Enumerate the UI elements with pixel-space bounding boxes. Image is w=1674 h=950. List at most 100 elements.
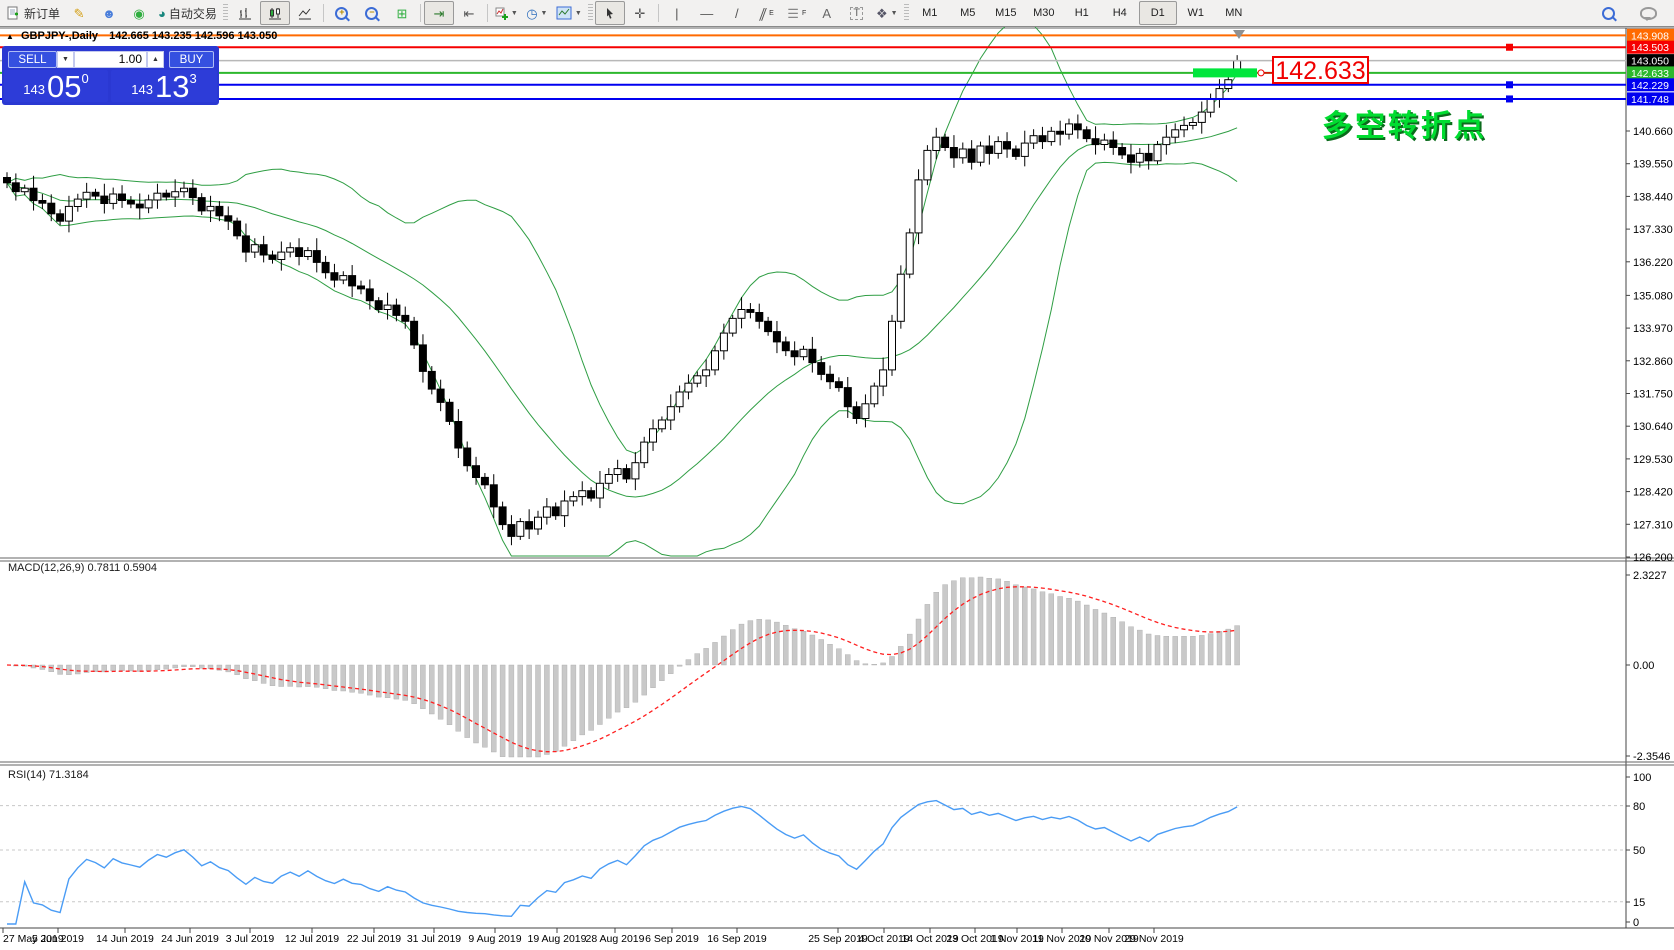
toolbar-separator [487, 4, 488, 22]
svg-text:143.050: 143.050 [1631, 56, 1669, 68]
text-button[interactable]: A [812, 1, 842, 25]
cursor-icon [604, 7, 616, 20]
cursor-button[interactable] [595, 1, 625, 25]
chinese-annotation[interactable]: 多空转折点 [1322, 101, 1487, 145]
svg-text:2.3227: 2.3227 [1633, 570, 1667, 582]
svg-text:19 Aug 2019: 19 Aug 2019 [528, 933, 587, 945]
channel-icon: ∥ [757, 7, 768, 20]
chevron-down-icon: ▼ [541, 10, 548, 17]
periods-button[interactable]: ◷ ▼ [522, 1, 552, 25]
svg-text:141.748: 141.748 [1631, 94, 1669, 106]
candlestick-chart-button[interactable] [260, 1, 290, 25]
svg-text:128.420: 128.420 [1633, 487, 1673, 499]
tab-timeframe-MN[interactable]: MN [1215, 1, 1253, 25]
svg-text:-2.3546: -2.3546 [1633, 751, 1670, 763]
horizontal-line-button[interactable]: — [692, 1, 722, 25]
vertical-line-button[interactable]: | [662, 1, 692, 25]
volume-input[interactable]: 1.00 [74, 51, 147, 68]
fibonacci-button[interactable]: ☰F [782, 1, 812, 25]
new-order-button[interactable]: 新订单 [3, 1, 64, 25]
trendline-icon: / [735, 7, 739, 20]
trendline-button[interactable]: / [722, 1, 752, 25]
toolbar: 新订单 ✎ ☻ ◉ ◕ 自动交易 + − ⊞ ⇥ ⇤ ▼ ◷ ▼ ▼ ✛ | —… [0, 0, 1674, 27]
timeframe-bar: M1M5M15M30H1H4D1W1MN [911, 1, 1253, 25]
search-button[interactable] [1593, 1, 1623, 25]
channel-button[interactable]: ∥E [752, 1, 782, 25]
tab-timeframe-H4[interactable]: H4 [1101, 1, 1139, 25]
tile-windows-icon: ⊞ [396, 7, 407, 20]
tab-timeframe-M1[interactable]: M1 [911, 1, 949, 25]
svg-text:0: 0 [1633, 917, 1639, 929]
chat-button[interactable] [1633, 1, 1663, 25]
market-button[interactable]: ☻ [94, 1, 124, 25]
text-label-icon: T [850, 7, 863, 20]
volume-increase-button[interactable]: ▲ [147, 51, 164, 68]
svg-text:142.229: 142.229 [1631, 80, 1669, 92]
indicators-button[interactable]: ▼ [491, 1, 522, 25]
svg-text:0.00: 0.00 [1633, 660, 1654, 672]
crosshair-button[interactable]: ✛ [625, 1, 655, 25]
crosshair-icon: ✛ [634, 7, 645, 20]
tab-timeframe-M5[interactable]: M5 [949, 1, 987, 25]
sell-price-main: 05 [47, 74, 81, 100]
triangle-up-icon: ▲ [152, 56, 159, 63]
buy-price[interactable]: 143 13 3 [111, 70, 217, 102]
zoom-out-icon: − [365, 7, 378, 20]
volume-decrease-button[interactable]: ▼ [57, 51, 74, 68]
tab-timeframe-M15[interactable]: M15 [987, 1, 1025, 25]
tile-windows-button[interactable]: ⊞ [387, 1, 417, 25]
sell-price[interactable]: 143 05 0 [4, 70, 108, 102]
svg-text:24 Jun 2019: 24 Jun 2019 [161, 933, 219, 945]
search-icon [1602, 7, 1615, 20]
svg-text:5 Jun 2019: 5 Jun 2019 [32, 933, 84, 945]
buy-button[interactable]: BUY [169, 51, 214, 68]
text-icon: A [822, 7, 831, 20]
line-chart-button[interactable] [290, 1, 320, 25]
zoom-out-button[interactable]: − [357, 1, 387, 25]
signals-button[interactable]: ◉ [124, 1, 154, 25]
svg-text:135.080: 135.080 [1633, 290, 1673, 302]
svg-text:126.200: 126.200 [1633, 552, 1673, 564]
tab-timeframe-W1[interactable]: W1 [1177, 1, 1215, 25]
buy-price-main: 13 [155, 74, 189, 100]
svg-text:143.503: 143.503 [1631, 42, 1669, 54]
arrows-button[interactable]: ❖▼ [872, 1, 902, 25]
svg-text:6 Sep 2019: 6 Sep 2019 [645, 933, 699, 945]
price-callout-label[interactable]: 142.633 [1272, 56, 1369, 84]
svg-text:133.970: 133.970 [1633, 323, 1673, 335]
svg-text:12 Jul 2019: 12 Jul 2019 [285, 933, 339, 945]
auto-trading-button[interactable]: ◕ 自动交易 [154, 1, 221, 25]
svg-text:130.640: 130.640 [1633, 421, 1673, 433]
svg-text:15: 15 [1633, 897, 1645, 909]
styler-button[interactable]: ✎ [64, 1, 94, 25]
svg-text:143.908: 143.908 [1631, 30, 1669, 42]
sell-price-sup: 0 [81, 71, 88, 86]
text-label-button[interactable]: T [842, 1, 872, 25]
svg-text:31 Jul 2019: 31 Jul 2019 [407, 933, 461, 945]
ohlc-values: 142.665 143.235 142.596 143.050 [109, 30, 277, 42]
tab-timeframe-M30[interactable]: M30 [1025, 1, 1063, 25]
toolbar-grip [223, 4, 228, 22]
sell-button-label: SELL [18, 54, 46, 66]
tab-timeframe-D1[interactable]: D1 [1139, 1, 1177, 25]
svg-text:22 Jul 2019: 22 Jul 2019 [347, 933, 401, 945]
auto-trading-label: 自动交易 [169, 5, 217, 22]
auto-trading-icon: ◕ [158, 7, 166, 20]
toolbar-separator [658, 4, 659, 22]
chevron-down-icon: ▼ [575, 10, 582, 17]
bar-chart-button[interactable] [230, 1, 260, 25]
templates-button[interactable]: ▼ [552, 1, 586, 25]
sell-button[interactable]: SELL [8, 51, 57, 68]
auto-scroll-button[interactable]: ⇥ [424, 1, 454, 25]
tab-timeframe-H1[interactable]: H1 [1063, 1, 1101, 25]
svg-text:80: 80 [1633, 801, 1645, 813]
new-order-label: 新订单 [24, 5, 60, 22]
zoom-in-button[interactable]: + [327, 1, 357, 25]
template-icon [556, 6, 572, 20]
chart-shift-button[interactable]: ⇤ [454, 1, 484, 25]
chat-icon [1640, 7, 1657, 20]
chart-title: GBPJPY-,Daily [21, 30, 98, 42]
buy-button-label: BUY [180, 54, 204, 66]
collapse-icon[interactable]: ▲ [6, 32, 14, 41]
chevron-down-icon: ▼ [511, 10, 518, 17]
